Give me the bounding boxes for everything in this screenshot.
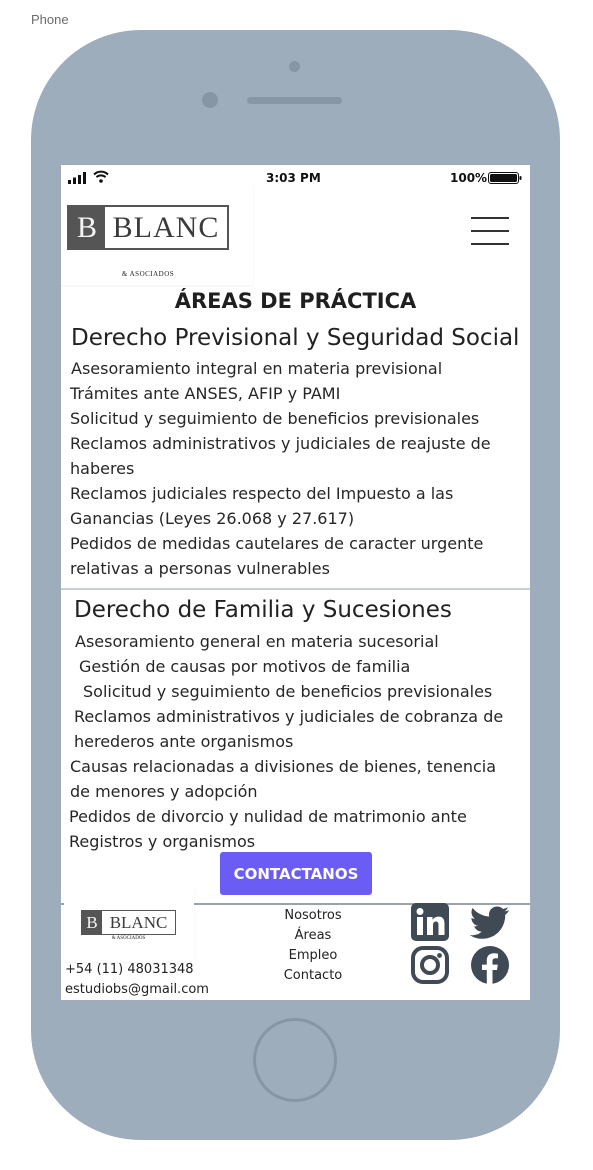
footer-link-areas[interactable]: Áreas [268,926,358,946]
footer-email[interactable]: estudiobs@gmail.com [65,982,209,997]
list-item: Gestión de causas por motivos de familia [79,657,411,676]
page-title: ÁREAS DE PRÁCTICA [174,289,417,313]
header-logo[interactable]: B BLANC & ASOCIADOS [61,185,253,285]
linkedin-icon[interactable] [410,902,450,942]
list-item: Reclamos administrativos y judiciales de… [74,707,504,726]
list-item: Pedidos de medidas cautelares de caracte… [70,534,484,553]
footer-nav: Nosotros Áreas Empleo Contacto [268,906,358,986]
frame-label: Phone [31,12,69,27]
list-item: Reclamos judiciales respecto del Impuest… [70,484,454,503]
battery-icon [488,172,522,184]
battery-percentage: 100% [450,171,488,185]
list-item: herederos ante organismos [74,732,294,751]
footer-logo-letter: B [82,911,102,934]
section-title-previsional: Derecho Previsional y Seguridad Social [71,325,520,351]
phone-screen: 3:03 PM 100% B BLANC & ASOCIADOS ÁREAS D… [61,165,530,1000]
list-item: Causas relacionadas a divisiones de bien… [70,757,497,776]
phone-camera-icon [202,92,218,108]
list-item: haberes [70,459,135,478]
footer-logo-subtitle: & ASOCIADOS [111,936,146,941]
phone-speaker-grille [247,97,342,104]
footer-logo-name: BLANC [109,912,168,932]
list-item: Solicitud y seguimiento de beneficios pr… [70,409,480,428]
list-item: de menores y adopción [70,782,258,801]
list-item: Ganancias (Leyes 26.068 y 27.617) [70,509,355,528]
cell-signal-icon [68,172,86,184]
footer-logo-mark: B BLANC [81,910,176,935]
logo-mark: B BLANC [67,205,229,250]
list-item: Solicitud y seguimiento de beneficios pr… [83,682,493,701]
list-item: Asesoramiento general en materia sucesor… [75,632,439,651]
facebook-icon[interactable] [470,945,510,985]
wifi-icon [93,170,109,183]
footer-logo[interactable]: B BLANC & ASOCIADOS [64,886,194,962]
twitter-icon[interactable] [470,902,510,942]
footer-link-nosotros[interactable]: Nosotros [268,906,358,926]
contact-button[interactable]: CONTACTANOS [220,852,372,895]
logo-subtitle: & ASOCIADOS [121,270,175,278]
section-title-familia: Derecho de Familia y Sucesiones [74,597,452,623]
logo-name: BLANC [112,210,220,244]
footer-phone: +54 (11) 48031348 [65,962,194,977]
list-item: Pedidos de divorcio y nulidad de matrimo… [69,807,467,826]
footer-link-empleo[interactable]: Empleo [268,946,358,966]
section-divider [61,588,530,590]
status-time: 3:03 PM [266,171,321,185]
hamburger-menu-icon[interactable] [471,217,509,247]
phone-home-button[interactable] [253,1018,337,1102]
list-item: Reclamos administrativos y judiciales de… [70,434,491,453]
instagram-icon[interactable] [410,945,450,985]
list-item: Asesoramiento integral en materia previs… [71,359,443,378]
footer-link-contacto[interactable]: Contacto [268,966,358,986]
list-item: Registros y organismos [69,832,256,851]
list-item: relativas a personas vulnerables [70,559,330,578]
list-item: Trámites ante ANSES, AFIP y PAMI [70,384,341,403]
logo-letter: B [69,207,105,248]
phone-sensor-dot [289,61,300,72]
